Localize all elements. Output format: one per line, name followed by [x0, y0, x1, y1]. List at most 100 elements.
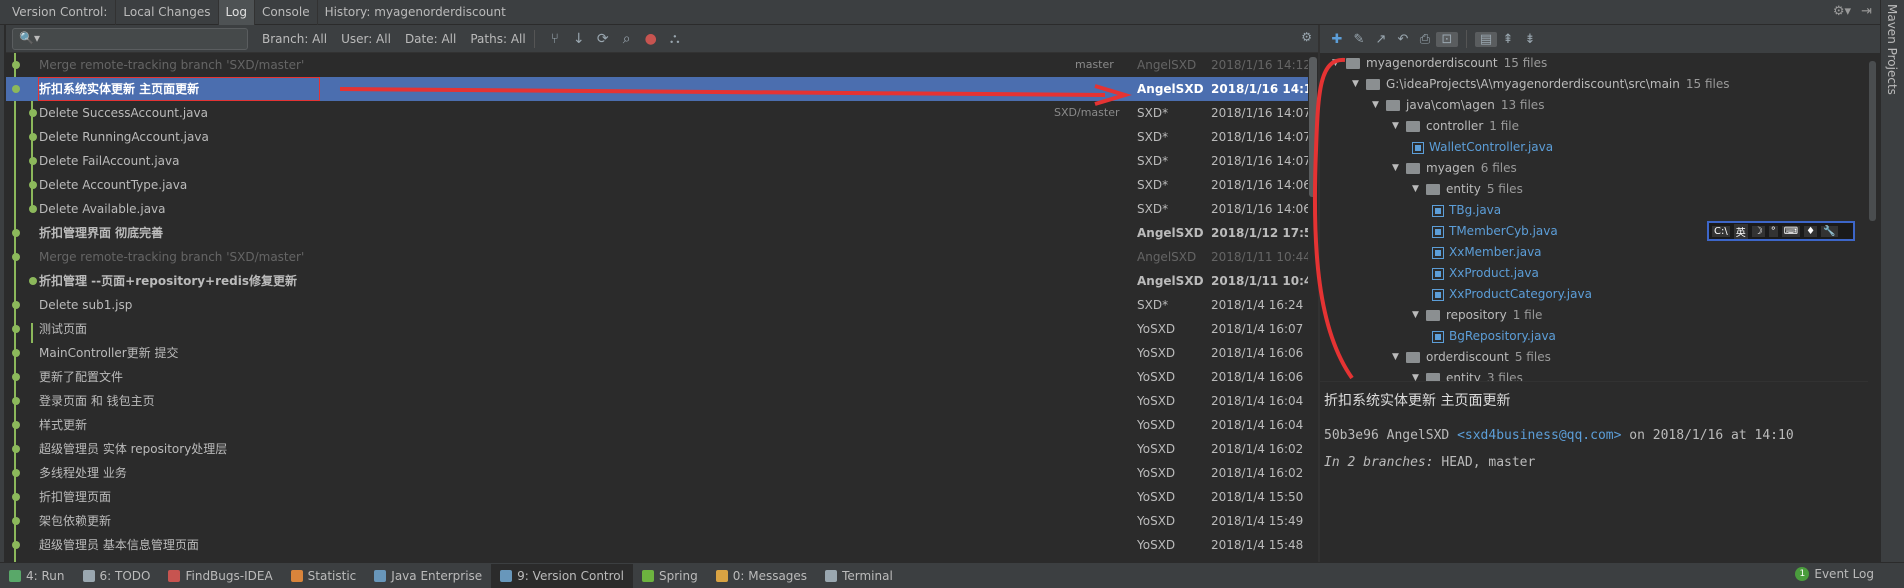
- tree-folder[interactable]: ▼ myagen 6 files: [1392, 158, 1517, 179]
- tree-file[interactable]: BgRepository.java: [1432, 326, 1556, 347]
- tree-file[interactable]: XxMember.java: [1432, 242, 1542, 263]
- tree-folder[interactable]: ▼ java\com\agen 13 files: [1372, 95, 1544, 116]
- bottom-tab[interactable]: 0: Messages: [707, 564, 816, 588]
- bottom-tab[interactable]: 9: Version Control: [491, 563, 633, 588]
- diff-icon[interactable]: ↗: [1370, 32, 1392, 47]
- group-by-directory-icon[interactable]: ▤: [1475, 31, 1497, 47]
- user-filter[interactable]: User: All: [341, 32, 391, 46]
- commit-row[interactable]: MainController更新 提交 YoSXD 2018/1/4 16:06: [6, 341, 1308, 365]
- ime-item[interactable]: ⌨: [1781, 225, 1801, 237]
- commit-row[interactable]: 登录页面 和 钱包主页 YoSXD 2018/1/4 16:04: [6, 389, 1308, 413]
- commit-row[interactable]: 折扣管理页面 YoSXD 2018/1/4 15:50: [6, 485, 1308, 509]
- log-scrollbar[interactable]: [1308, 53, 1318, 562]
- expand-arrow-icon[interactable]: ▼: [1392, 116, 1406, 137]
- refresh-icon[interactable]: ⟳: [593, 31, 613, 47]
- expand-arrow-icon[interactable]: ▼: [1392, 347, 1406, 368]
- zoom-icon[interactable]: ⌕: [617, 31, 637, 47]
- hide-panel-icon[interactable]: ⇥: [1861, 4, 1872, 19]
- tree-folder[interactable]: ▼ controller 1 file: [1392, 116, 1519, 137]
- commit-row[interactable]: 超级管理员 实体 repository处理层 YoSXD 2018/1/4 16:0…: [6, 437, 1308, 461]
- collapse-all-icon[interactable]: ⇟: [1519, 32, 1541, 47]
- log-scrollbar-thumb[interactable]: [1309, 57, 1317, 197]
- graph-icon[interactable]: ⑂: [545, 31, 565, 47]
- commit-row[interactable]: Delete sub1.jsp SXD* 2018/1/4 16:24: [6, 293, 1308, 317]
- expand-arrow-icon[interactable]: ▼: [1412, 368, 1426, 381]
- bottom-tab[interactable]: Java Enterprise: [365, 564, 491, 588]
- branch-filter[interactable]: Branch: All: [262, 32, 327, 46]
- commit-email[interactable]: <sxd4business@qq.com>: [1457, 428, 1621, 443]
- expand-arrow-icon[interactable]: ▼: [1392, 158, 1406, 179]
- tree-file[interactable]: TBg.java: [1432, 200, 1501, 221]
- commit-date: 2018/1/16 14:10: [1211, 82, 1308, 96]
- event-log-label: Event Log: [1814, 567, 1874, 581]
- tab-history[interactable]: History: myagenorderdiscount: [316, 0, 513, 25]
- commit-row[interactable]: Delete FailAccount.java SXD* 2018/1/16 14:…: [6, 149, 1308, 173]
- commit-row[interactable]: 多线程处理 业务 YoSXD 2018/1/4 16:02: [6, 461, 1308, 485]
- edit-icon[interactable]: ✎: [1348, 32, 1370, 47]
- bottom-tab[interactable]: Terminal: [816, 564, 902, 588]
- commit-row[interactable]: Delete AccountType.java SXD* 2018/1/16 14:…: [6, 173, 1308, 197]
- commit-row[interactable]: Merge remote-tracking branch 'SXD/master…: [6, 53, 1308, 77]
- cherry-pick-icon[interactable]: ●: [641, 31, 661, 47]
- maven-projects-tab[interactable]: Maven Projects: [1885, 4, 1899, 95]
- history-icon[interactable]: ⎙: [1414, 32, 1436, 47]
- commit-row[interactable]: 折扣管理界面 彻底完善 AngelSXD 2018/1/12 17:55: [6, 221, 1308, 245]
- commit-row[interactable]: Delete SuccessAccount.java SXD/master SXD*…: [6, 101, 1308, 125]
- tree-file[interactable]: XxProductCategory.java: [1432, 284, 1592, 305]
- commit-row[interactable]: 折扣系统实体更新 主页面更新AngelSXD2018/1/16 14:10: [6, 77, 1308, 101]
- tree-scrollbar[interactable]: [1868, 53, 1878, 381]
- tree-file[interactable]: TMemberCyb.java: [1432, 221, 1558, 242]
- commit-hash[interactable]: 50b3e96: [1324, 428, 1379, 443]
- tree-file[interactable]: WalletController.java: [1412, 137, 1553, 158]
- bottom-tab[interactable]: FindBugs-IDEA: [159, 564, 281, 588]
- expand-arrow-icon[interactable]: ▼: [1352, 74, 1366, 95]
- commit-row[interactable]: 更新了配置文件 YoSXD 2018/1/4 16:06: [6, 365, 1308, 389]
- bottom-tab[interactable]: 4: Run: [0, 564, 74, 588]
- tab-console[interactable]: Console: [253, 0, 317, 25]
- ime-item[interactable]: C:\: [1712, 225, 1730, 237]
- more-icon[interactable]: ⛬: [665, 31, 685, 47]
- tree-folder[interactable]: ▼ repository 1 file: [1412, 305, 1542, 326]
- tree-folder[interactable]: ▼ orderdiscount 5 files: [1392, 347, 1551, 368]
- expand-arrow-icon[interactable]: ▼: [1332, 53, 1346, 74]
- paths-filter[interactable]: Paths: All: [470, 32, 525, 46]
- ime-item[interactable]: ☽: [1751, 225, 1765, 237]
- pin-icon[interactable]: ✚: [1326, 32, 1348, 47]
- ime-toolbar[interactable]: C:\ 英 ☽ ° ⌨ ♦ 🔧: [1707, 221, 1855, 241]
- expand-all-icon[interactable]: ⇞: [1497, 32, 1519, 47]
- tab-local-changes[interactable]: Local Changes: [115, 0, 217, 25]
- expand-arrow-icon[interactable]: ▼: [1412, 179, 1426, 200]
- tree-folder[interactable]: ▼ entity 5 files: [1412, 179, 1523, 200]
- tree-folder[interactable]: ▼ entity 3 files: [1412, 368, 1523, 381]
- event-log-button[interactable]: 1 Event Log: [1795, 567, 1874, 581]
- commit-row[interactable]: Delete RunningAccount.java SXD* 2018/1/16 …: [6, 125, 1308, 149]
- commit-row[interactable]: 架包依赖更新 YoSXD 2018/1/4 15:49: [6, 509, 1308, 533]
- commit-row[interactable]: 样式更新 YoSXD 2018/1/4 16:04: [6, 413, 1308, 437]
- tree-folder[interactable]: ▼ myagenorderdiscount 15 files: [1332, 53, 1547, 74]
- commit-row[interactable]: Delete Available.java SXD* 2018/1/16 14:06: [6, 197, 1308, 221]
- revert-icon[interactable]: ↶: [1392, 32, 1414, 47]
- tree-folder[interactable]: ▼ G:\ideaProjects\A\myagenorderdiscount\s…: [1352, 74, 1729, 95]
- tab-log[interactable]: Log: [217, 0, 254, 25]
- ime-item[interactable]: 🔧: [1821, 225, 1838, 237]
- tree-file[interactable]: XxProduct.java: [1432, 263, 1539, 284]
- expand-arrow-icon[interactable]: ▼: [1372, 95, 1386, 116]
- commit-row[interactable]: 测试页面 YoSXD 2018/1/4 16:07: [6, 317, 1308, 341]
- preview-icon[interactable]: ⊡: [1436, 31, 1458, 47]
- settings-gear-icon[interactable]: ⚙▾: [1833, 4, 1851, 19]
- log-settings-gear-icon[interactable]: ⚙: [1301, 30, 1312, 44]
- date-filter[interactable]: Date: All: [405, 32, 456, 46]
- commit-row[interactable]: 超级管理员 基本信息管理页面 YoSXD 2018/1/4 15:48: [6, 533, 1308, 557]
- commit-row[interactable]: 折扣管理 --页面+repository+redis修复更新 AngelSXD 20…: [6, 269, 1308, 293]
- bottom-tab[interactable]: Spring: [633, 564, 707, 588]
- down-arrow-icon[interactable]: ↓: [569, 31, 589, 47]
- ime-item[interactable]: 英: [1733, 223, 1748, 239]
- ime-item[interactable]: °: [1768, 225, 1778, 237]
- commit-row[interactable]: Merge remote-tracking branch 'SXD/master…: [6, 245, 1308, 269]
- tree-scrollbar-thumb[interactable]: [1869, 61, 1876, 221]
- log-search-input[interactable]: 🔍▾: [12, 27, 248, 50]
- expand-arrow-icon[interactable]: ▼: [1412, 305, 1426, 326]
- bottom-tab[interactable]: 6: TODO: [74, 564, 160, 588]
- bottom-tab[interactable]: Statistic: [282, 564, 366, 588]
- ime-item[interactable]: ♦: [1804, 225, 1818, 237]
